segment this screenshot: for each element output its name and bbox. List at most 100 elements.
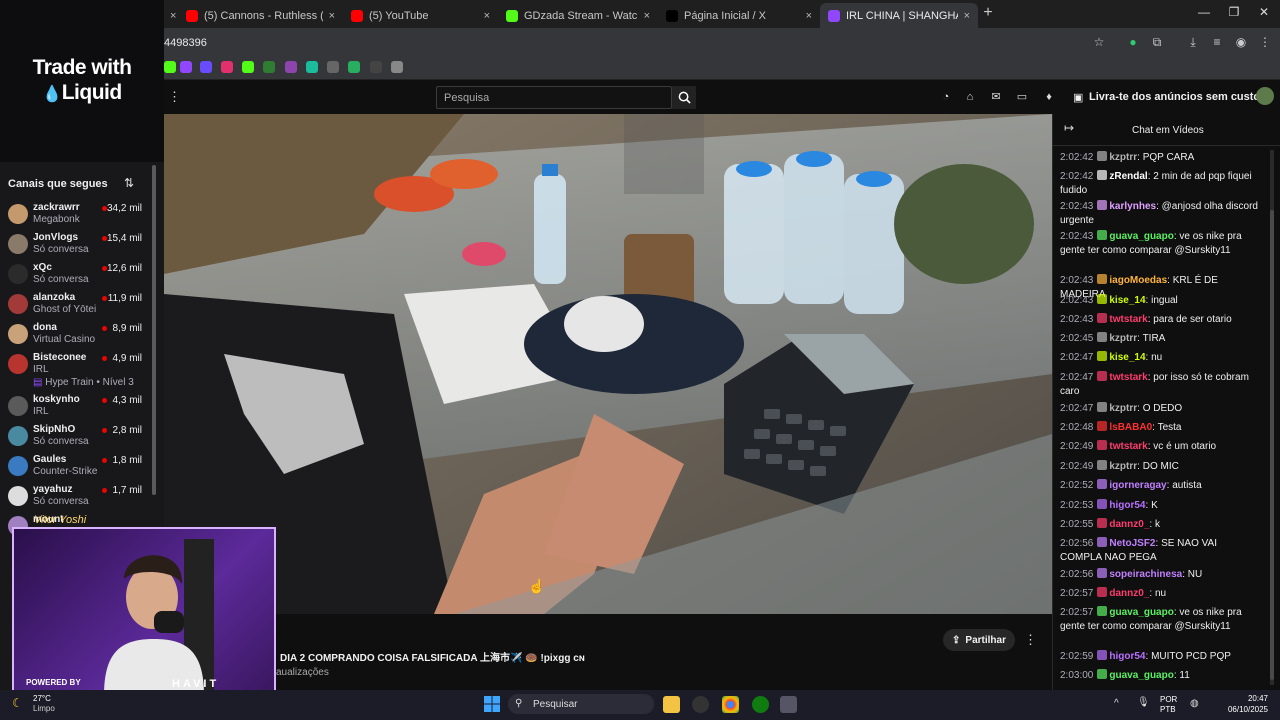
chat-username[interactable]: lsBABA0 (1109, 422, 1152, 433)
chat-username[interactable]: kzptrr (1109, 461, 1137, 472)
chat-username[interactable]: dannz0_ (1109, 519, 1149, 530)
history-icon[interactable]: ◔ (939, 90, 953, 104)
chat-username[interactable]: kise_14 (1109, 295, 1145, 306)
chrome-icon[interactable] (722, 696, 739, 713)
bookmark-instagram-icon[interactable] (221, 61, 233, 73)
chat-username[interactable]: sopeirachinesa (1109, 569, 1182, 580)
puzzle-icon[interactable]: ⧉ (1150, 35, 1164, 49)
close-icon[interactable]: × (964, 10, 970, 22)
chat-username[interactable]: karlynhes (1109, 201, 1156, 212)
close-icon[interactable]: × (170, 10, 176, 22)
bookmark-star-icon[interactable]: ☆ (1092, 35, 1106, 49)
chat-username[interactable]: dannz0_ (1109, 588, 1149, 599)
more-vertical-icon[interactable]: ⋮ (1024, 632, 1037, 648)
inbox-icon[interactable]: ⌂ (963, 90, 977, 104)
bookmark-kick-icon[interactable] (242, 61, 254, 73)
playlist-icon[interactable]: ≡ (1210, 35, 1224, 49)
ad-banner[interactable]: Trade with 💧Liquid (0, 0, 164, 162)
tab-4[interactable]: Página Inicial / X × (658, 3, 820, 28)
share-button[interactable]: ⇪ Partilhar (943, 629, 1015, 651)
chat-username[interactable]: kzptrr (1109, 403, 1137, 414)
chat-username[interactable]: iagoMoedas (1109, 275, 1167, 286)
tab-1[interactable]: (5) Cannons - Ruthless (Living I × (178, 3, 343, 28)
windows-start-icon[interactable] (484, 696, 500, 712)
followed-channel[interactable]: yayahuz Só conversa 1,7 mil (0, 482, 150, 512)
tab-3[interactable]: GDzada Stream - Watch Live o × (498, 3, 658, 28)
chat-username[interactable]: higor54 (1109, 651, 1145, 662)
profile-icon[interactable]: ◉ (1234, 35, 1248, 49)
followed-channel[interactable]: JonVlogs Só conversa 15,4 mil (0, 230, 150, 260)
bookmark-icon[interactable] (285, 61, 297, 73)
file-explorer-icon[interactable] (663, 696, 680, 713)
search-button[interactable] (672, 86, 696, 109)
url-text[interactable]: 4498396 (164, 37, 207, 49)
close-icon[interactable]: × (806, 10, 812, 22)
chat-username[interactable]: higor54 (1109, 500, 1145, 511)
extension-icon[interactable]: ● (1126, 35, 1140, 49)
app-icon[interactable] (692, 696, 709, 713)
sort-icon[interactable]: ⇅ (124, 176, 134, 190)
tab-2[interactable]: (5) YouTube × (343, 3, 498, 28)
bookmark-icon[interactable] (391, 61, 403, 73)
video-player[interactable] (164, 114, 1052, 614)
bookmark-icon[interactable] (164, 61, 176, 73)
microphone-icon[interactable]: 🎙 (1137, 697, 1150, 708)
bookmark-icon[interactable] (370, 61, 382, 73)
followed-channel[interactable]: xQc Só conversa 12,6 mil (0, 260, 150, 290)
chat-username[interactable]: twtstark (1109, 314, 1147, 325)
chat-username[interactable]: NetoJSF2 (1109, 538, 1155, 549)
weather-temp[interactable]: 27°C (33, 694, 51, 703)
chat-username[interactable]: kise_14 (1109, 352, 1145, 363)
bookmark-icon[interactable] (263, 61, 275, 73)
chat-username[interactable]: guava_guapo (1109, 607, 1173, 618)
taskbar-search[interactable] (508, 694, 654, 714)
followed-channel[interactable]: Bisteconee IRL 4,9 mil (0, 350, 150, 380)
bookmark-icon[interactable] (200, 61, 212, 73)
close-icon[interactable]: × (644, 10, 650, 22)
user-avatar[interactable] (1256, 87, 1274, 105)
settings-icon[interactable] (780, 696, 797, 713)
collapse-chat-icon[interactable]: ↦ (1064, 121, 1074, 135)
hamburger-menu-icon[interactable]: ⋮ (168, 89, 181, 105)
tab-label: Página Inicial / X (684, 9, 766, 22)
sidebar-scrollbar[interactable] (152, 165, 156, 495)
close-icon[interactable]: × (484, 10, 490, 22)
new-tab-button[interactable]: + (978, 4, 998, 22)
chat-bubble-icon[interactable]: ▭ (1015, 90, 1029, 104)
tab-partial[interactable]: × (164, 3, 178, 28)
bookmark-icon[interactable] (348, 61, 360, 73)
language-code[interactable]: POR (1160, 695, 1177, 704)
followed-channel[interactable]: alanzoka Ghost of Yōtei 11,9 mil (0, 290, 150, 320)
restore-icon[interactable]: ❐ (1224, 5, 1244, 19)
minimize-icon[interactable]: — (1194, 5, 1214, 19)
chevron-up-icon[interactable]: ^ (1114, 698, 1119, 709)
chat-username[interactable]: twtstark (1109, 441, 1147, 452)
chat-username[interactable]: igorneragay (1109, 480, 1166, 491)
clock-time[interactable]: 20:47 (1220, 694, 1268, 703)
bookmark-icon[interactable] (306, 61, 318, 73)
xbox-icon[interactable] (752, 696, 769, 713)
download-icon[interactable]: ⤓ (1186, 35, 1200, 49)
chat-username[interactable]: guava_guapo (1109, 231, 1173, 242)
followed-channel[interactable]: SkipNhO Só conversa 2,8 mil (0, 422, 150, 452)
chat-username[interactable]: zRendal (1109, 171, 1147, 182)
network-icon[interactable]: ◍ (1190, 698, 1199, 709)
close-icon[interactable]: × (329, 10, 335, 22)
chat-username[interactable]: twtstark (1109, 372, 1147, 383)
tab-5[interactable]: IRL CHINA | SHANGHAI DIA × (820, 3, 978, 28)
bookmark-twitch-icon[interactable] (180, 61, 192, 73)
crown-icon[interactable]: ♦ (1042, 90, 1056, 104)
chat-username[interactable]: kzptrr (1109, 152, 1137, 163)
menu-dots-icon[interactable]: ⋮ (1258, 35, 1272, 49)
close-window-icon[interactable]: ✕ (1254, 5, 1274, 19)
followed-channel[interactable]: koskynho IRL 4,3 mil (0, 392, 150, 422)
followed-channel[interactable]: Gaules Counter-Strike 1,8 mil (0, 452, 150, 482)
followed-channel[interactable]: dona Virtual Casino 8,9 mil (0, 320, 150, 350)
chat-scroll-thumb[interactable] (1270, 210, 1274, 680)
followed-channel[interactable]: zackrawrr Megabonk 34,2 mil (0, 200, 150, 230)
chat-username[interactable]: kzptrr (1109, 333, 1137, 344)
chat-username[interactable]: guava_guapo (1109, 670, 1173, 681)
bookmark-icon[interactable] (327, 61, 339, 73)
ad-free-button[interactable]: Livra-te dos anúncios sem custos (1089, 91, 1266, 103)
mail-icon[interactable]: ✉ (989, 90, 1003, 104)
